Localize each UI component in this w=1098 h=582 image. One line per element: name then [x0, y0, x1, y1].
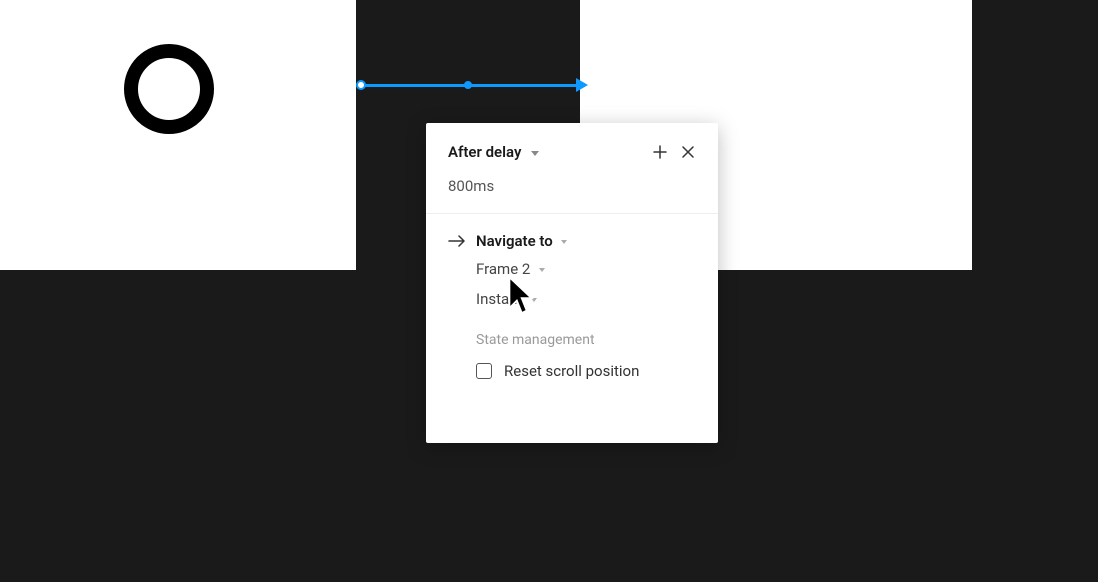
plus-icon	[652, 144, 668, 160]
animation-label: Instant	[476, 290, 522, 308]
chevron-down-icon	[531, 151, 539, 156]
navigate-arrow-icon	[448, 234, 466, 248]
circle-shape[interactable]	[124, 44, 214, 134]
panel-header: After delay	[426, 123, 718, 167]
reset-scroll-checkbox[interactable]	[476, 363, 492, 379]
arrow-mid-handle[interactable]	[464, 81, 472, 89]
chevron-down-icon	[539, 268, 545, 272]
destination-label: Frame 2	[476, 260, 530, 278]
action-section: Navigate to Frame 2 Instant State manage…	[426, 214, 718, 380]
animation-dropdown[interactable]: Instant	[448, 290, 696, 308]
action-type-dropdown[interactable]: Navigate to	[476, 232, 567, 250]
prototype-connection-arrow[interactable]	[356, 80, 586, 92]
trigger-type-label: After delay	[448, 143, 521, 161]
chevron-down-icon	[531, 298, 537, 302]
reset-scroll-label: Reset scroll position	[504, 362, 639, 380]
reset-scroll-checkbox-row[interactable]: Reset scroll position	[448, 362, 696, 380]
close-panel-button[interactable]	[674, 138, 702, 166]
action-type-label: Navigate to	[476, 232, 553, 250]
arrow-line	[362, 84, 582, 87]
arrow-start-handle[interactable]	[356, 80, 366, 90]
state-management-heading: State management	[448, 332, 696, 348]
destination-dropdown[interactable]: Frame 2	[448, 260, 696, 278]
action-type-row: Navigate to	[448, 232, 696, 250]
canvas-frame-left[interactable]	[0, 0, 356, 270]
interaction-panel: After delay 800ms Navigate to Frame 2	[426, 123, 718, 443]
close-icon	[681, 145, 695, 159]
chevron-down-icon	[561, 240, 567, 244]
add-interaction-button[interactable]	[646, 138, 674, 166]
arrow-head-icon	[576, 78, 588, 92]
delay-input[interactable]: 800ms	[426, 167, 718, 214]
trigger-dropdown[interactable]: After delay	[448, 143, 539, 161]
